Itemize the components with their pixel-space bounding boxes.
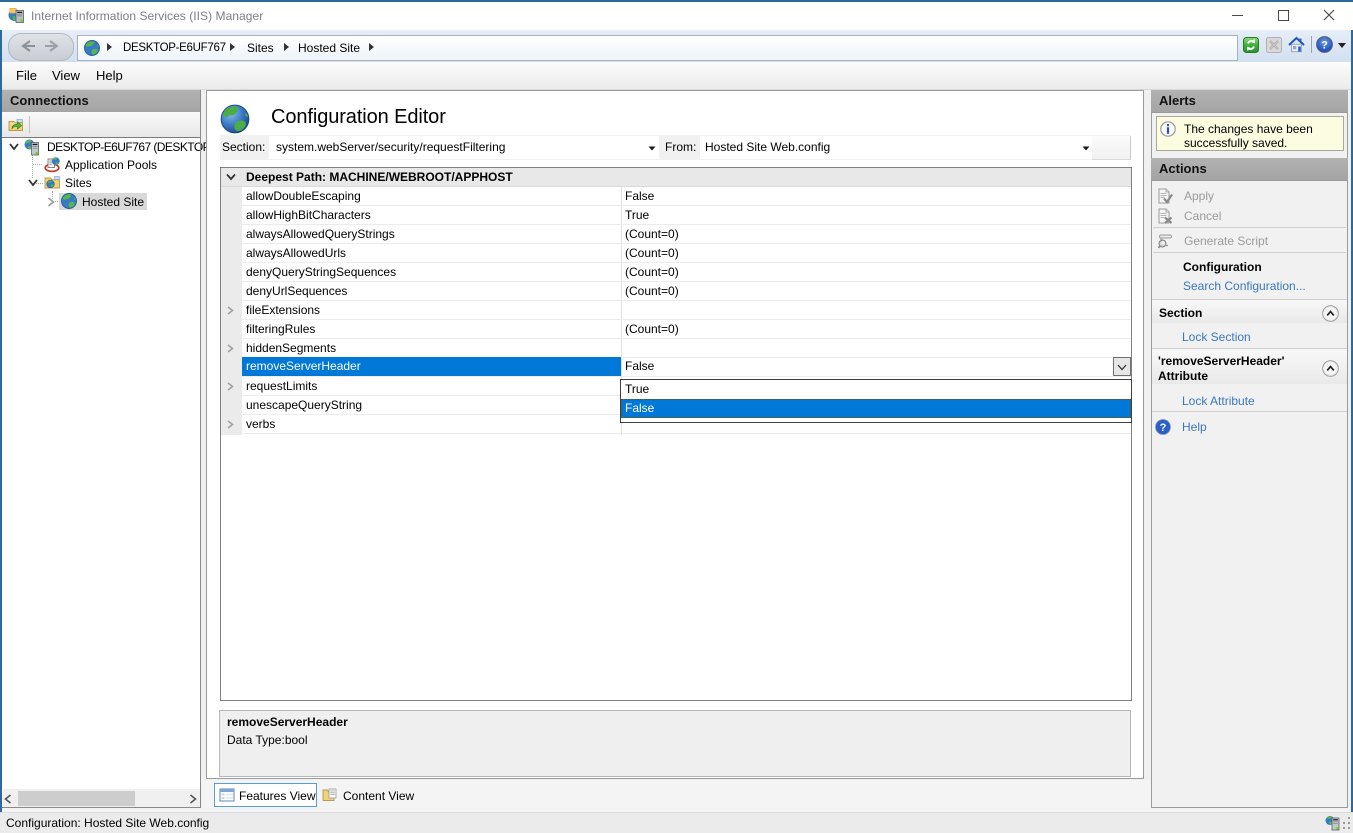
svg-text:?: ? [1160, 422, 1167, 434]
svg-text:?: ? [1321, 39, 1328, 51]
